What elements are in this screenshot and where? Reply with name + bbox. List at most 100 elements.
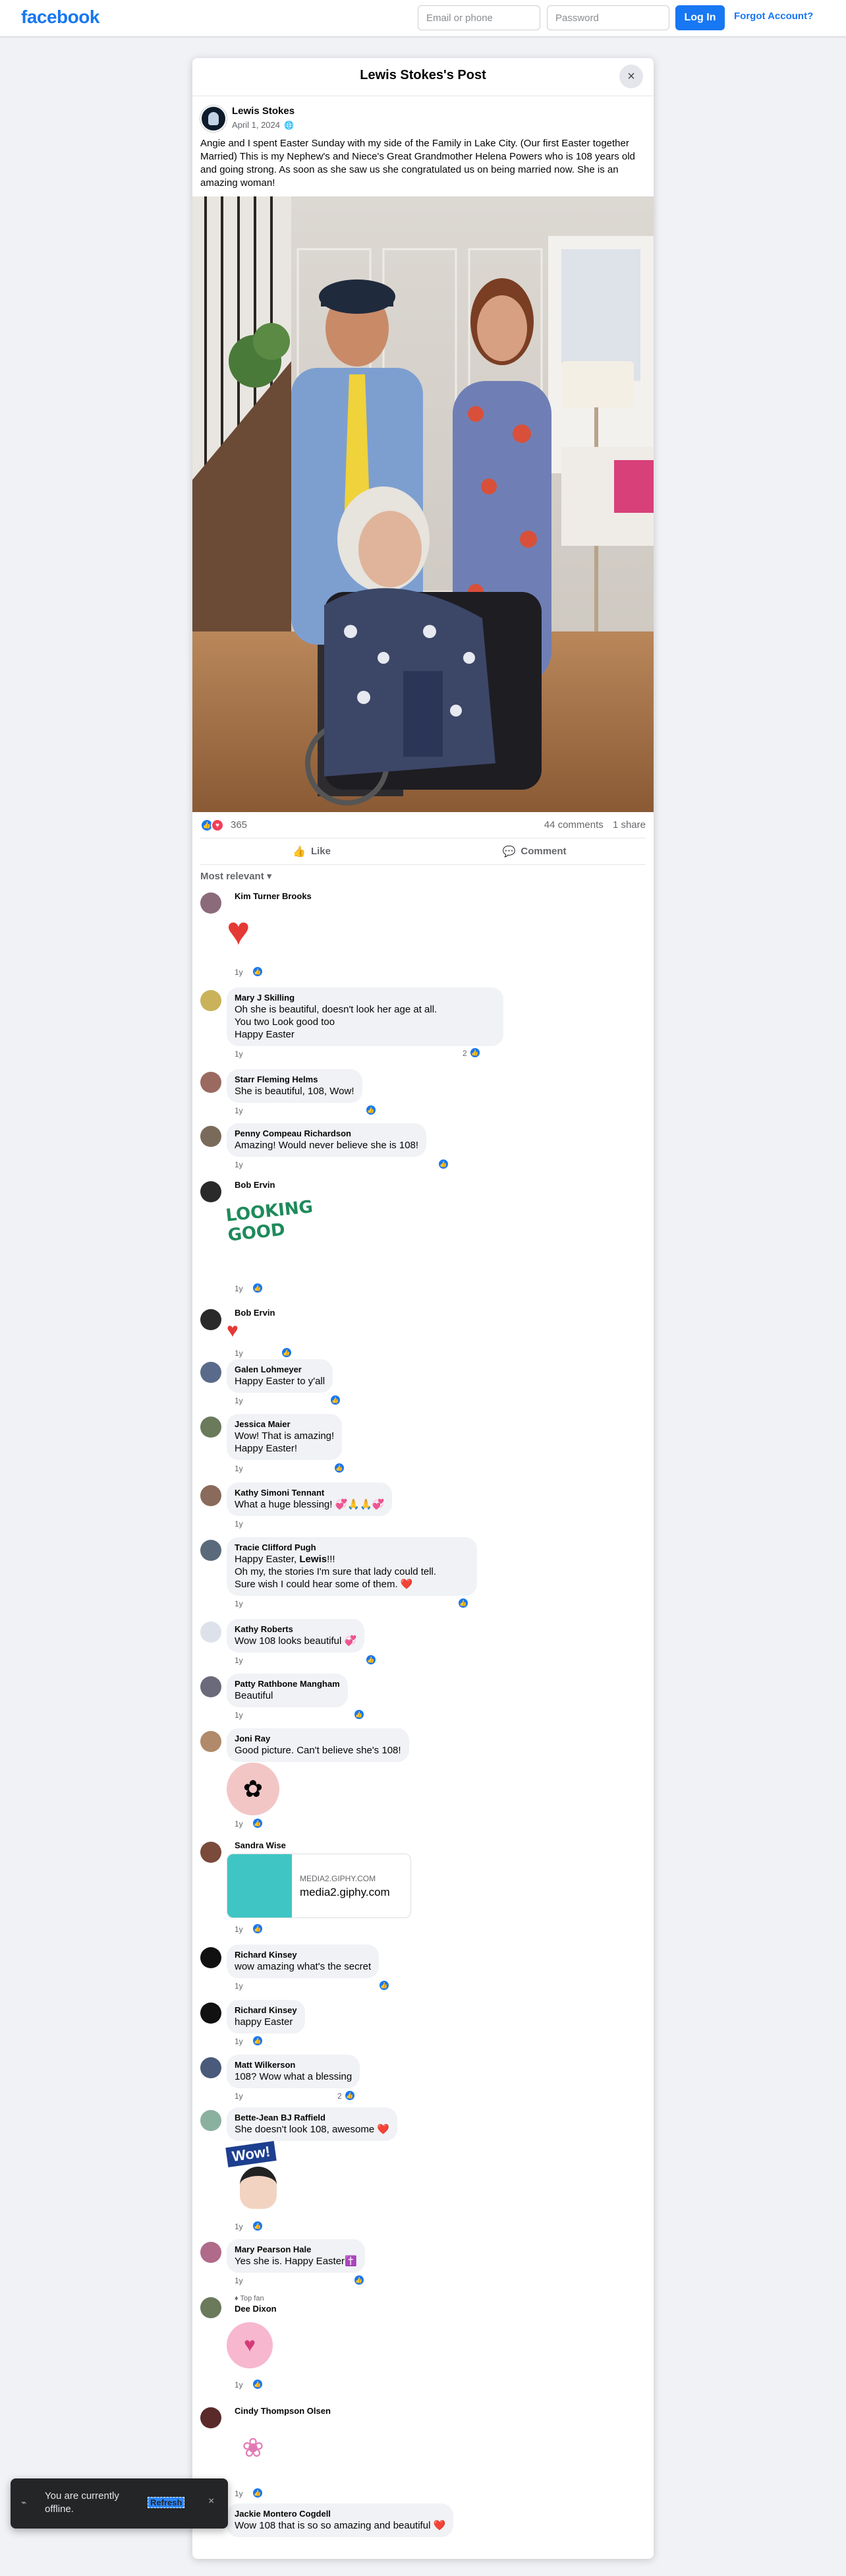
commenter-avatar[interactable] (200, 1622, 221, 1643)
comment-time[interactable]: 1y (235, 1284, 243, 1293)
comment-time[interactable]: 1y (235, 2037, 243, 2046)
commenter-avatar[interactable] (200, 1947, 221, 1968)
commenter-name[interactable]: Kim Turner Brooks (235, 891, 312, 901)
reaction-count[interactable]: 365 (231, 819, 247, 831)
comment-like-badge[interactable]: 👍 (333, 1462, 345, 1474)
comment-like-badge[interactable]: 👍 (457, 1597, 469, 1609)
commenter-name[interactable]: Matt Wilkerson (235, 2059, 352, 2070)
close-icon[interactable]: × (208, 2496, 214, 2507)
cute-sticker[interactable]: ♥ (227, 2322, 273, 2368)
commenter-avatar[interactable] (200, 2407, 221, 2428)
comment-time[interactable]: 1y (235, 1464, 243, 1473)
comment-like-badge[interactable]: 👍 (252, 2220, 264, 2232)
commenter-name[interactable]: Patty Rathbone Mangham (235, 1678, 340, 1689)
comment-like-badge[interactable]: 👍 (281, 1347, 293, 1359)
comment-time[interactable]: 1y (235, 1396, 243, 1405)
comment-like-badge[interactable]: 👍 (365, 1104, 377, 1116)
like-button[interactable]: 👍 Like (200, 838, 423, 864)
comment-time[interactable]: 1y (235, 1925, 243, 1934)
commenter-avatar[interactable] (200, 1072, 221, 1093)
commenter-name[interactable]: Mary Pearson Hale (235, 2244, 357, 2255)
comment-like-badge[interactable]: 👍 (469, 1047, 481, 1059)
commenter-name[interactable]: Bob Ervin (235, 1308, 275, 1318)
commenter-avatar[interactable] (200, 1485, 221, 1506)
comment-time[interactable]: 1y (235, 2092, 243, 2101)
heart-sticker[interactable]: ♥ (227, 908, 250, 954)
comment-button[interactable]: 💬 Comment (423, 838, 646, 864)
commenter-avatar[interactable] (200, 2110, 221, 2131)
author-name[interactable]: Lewis Stokes (232, 105, 295, 117)
link-preview-card[interactable]: MEDIA2.GIPHY.COM media2.giphy.com (227, 1854, 411, 1918)
comment-like-badge[interactable]: 👍 (252, 1923, 264, 1935)
commenter-avatar[interactable] (200, 2242, 221, 2263)
comment-like-badge[interactable]: 👍 (252, 1817, 264, 1829)
commenter-name[interactable]: Galen Lohmeyer (235, 1364, 325, 1375)
comment-time[interactable]: 1y (235, 1349, 243, 1358)
password-input[interactable] (547, 5, 669, 30)
commenter-name[interactable]: Starr Fleming Helms (235, 1074, 354, 1085)
commenter-avatar[interactable] (200, 2003, 221, 2024)
commenter-avatar[interactable] (200, 1842, 221, 1863)
commenter-name[interactable]: Richard Kinsey (235, 2005, 297, 2016)
commenter-name[interactable]: Cindy Thompson Olsen (235, 2406, 331, 2416)
commenter-avatar[interactable] (200, 2057, 221, 2078)
commenter-name[interactable]: Penny Compeau Richardson (235, 1128, 418, 1139)
flowers-sticker[interactable]: ✿ (227, 1763, 279, 1815)
commenter-avatar[interactable] (200, 1181, 221, 1202)
commenter-name[interactable]: Sandra Wise (235, 1840, 286, 1850)
login-button[interactable]: Log In (675, 5, 725, 30)
comment-like-badge[interactable]: 👍 (365, 1654, 377, 1666)
comment-like-badge[interactable]: 👍 (353, 2274, 365, 2286)
commenter-name[interactable]: Tracie Clifford Pugh (235, 1542, 469, 1553)
commenter-name[interactable]: Jessica Maier (235, 1419, 334, 1430)
commenter-name[interactable]: Kathy Roberts (235, 1624, 356, 1635)
comment-time[interactable]: 1y (235, 1711, 243, 1720)
comment-time[interactable]: 1y (235, 2489, 243, 2498)
comment-time[interactable]: 1y (235, 1160, 243, 1169)
author-avatar[interactable] (200, 105, 227, 132)
commenter-name[interactable]: Joni Ray (235, 1733, 401, 1744)
comments-count[interactable]: 44 comments (544, 819, 604, 831)
comment-like-badge[interactable]: 👍 (252, 966, 264, 978)
comment-sort-dropdown[interactable]: Most relevant ▾ (192, 865, 654, 887)
comment-like-badge[interactable]: 👍 (252, 1282, 264, 1294)
comment-like-badge[interactable]: 👍 (353, 1709, 365, 1720)
commenter-avatar[interactable] (200, 1540, 221, 1561)
commenter-name[interactable]: Jackie Montero Cogdell (235, 2508, 445, 2519)
comment-like-badge[interactable]: 👍 (344, 2090, 356, 2101)
close-icon[interactable]: × (619, 65, 643, 88)
looking-good-sticker[interactable]: LOOKING GOOD (225, 1196, 314, 1268)
commenter-avatar[interactable] (200, 1731, 221, 1752)
mention-link[interactable]: Lewis (299, 1554, 327, 1565)
commenter-avatar[interactable] (200, 1309, 221, 1330)
forgot-account-link[interactable]: Forgot Account? (734, 11, 813, 22)
comment-time[interactable]: 1y (235, 968, 243, 977)
comment-like-badge[interactable]: 👍 (329, 1394, 341, 1406)
post-date[interactable]: April 1, 2024 🌐 (232, 120, 294, 130)
commenter-avatar[interactable] (200, 893, 221, 914)
comment-like-badge[interactable]: 👍 (252, 2378, 264, 2390)
commenter-name[interactable]: Dee Dixon (235, 2304, 277, 2314)
shares-count[interactable]: 1 share (613, 819, 646, 831)
wow-sticker[interactable]: Wow! (225, 2140, 293, 2217)
reaction-icons[interactable]: 👍 ♥ (200, 819, 224, 832)
comment-time[interactable]: 1y (235, 1981, 243, 1991)
commenter-avatar[interactable] (200, 1676, 221, 1697)
comment-time[interactable]: 1y (235, 1599, 243, 1608)
commenter-avatar[interactable] (200, 1362, 221, 1383)
comment-time[interactable]: 1y (235, 1519, 243, 1529)
comment-time[interactable]: 1y (235, 1106, 243, 1115)
commenter-avatar[interactable] (200, 1417, 221, 1438)
email-input[interactable] (418, 5, 540, 30)
comment-time[interactable]: 1y (235, 2222, 243, 2231)
commenter-avatar[interactable] (200, 990, 221, 1011)
commenter-name[interactable]: Richard Kinsey (235, 1949, 371, 1960)
comment-like-badge[interactable]: 👍 (437, 1158, 449, 1170)
comment-like-badge[interactable]: 👍 (378, 1979, 390, 1991)
post-photo[interactable] (192, 196, 654, 812)
refresh-button[interactable]: Refresh (148, 2497, 185, 2508)
facebook-logo[interactable]: facebook (21, 7, 99, 28)
comment-like-badge[interactable]: 👍 (252, 2487, 264, 2499)
comment-like-badge[interactable]: 👍 (252, 2035, 264, 2047)
commenter-name[interactable]: Bob Ervin (235, 1180, 275, 1190)
